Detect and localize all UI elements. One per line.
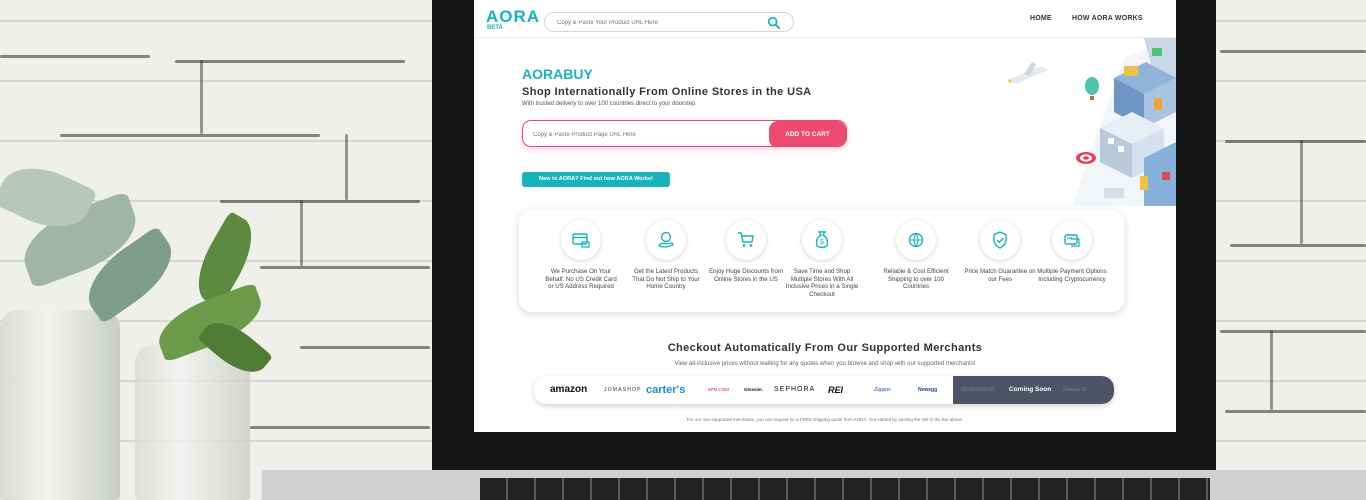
payment-card-icon [1052, 220, 1092, 260]
merchant-logo-zappos[interactable]: Zappos [874, 376, 891, 404]
hero-headline: Shop Internationally From Online Stores … [522, 86, 812, 98]
merchant-logo-sephora[interactable]: SEPHORA [774, 376, 815, 404]
glass-vase [135, 345, 250, 500]
top-navbar: AORA BETA HOME HOW AORA WORKS [474, 0, 1176, 38]
browser-screen: AORA BETA HOME HOW AORA WORKS AORABUY Sh… [474, 0, 1176, 432]
nav-link-home[interactable]: HOME [1030, 15, 1052, 22]
nav-link-how-aora-works[interactable]: HOW AORA WORKS [1072, 15, 1143, 22]
feature-item: Get the Latest Products That Do Not Ship… [629, 220, 703, 291]
credit-card-icon [561, 220, 601, 260]
search-icon[interactable] [767, 16, 781, 30]
airplane-icon [1008, 62, 1048, 84]
how-aora-works-button[interactable]: New to AORA? Find out how AORA Works! [522, 172, 670, 187]
merchant-logo-glossier[interactable]: Glossier. [744, 376, 763, 404]
merchant-logo-6pm[interactable]: 6PM.COM [708, 376, 729, 404]
target-icon [1076, 152, 1096, 164]
feature-text: Get the Latest Products That Do Not Ship… [632, 268, 700, 291]
coming-soon-overlay: NORDSTROM Forever 21 Coming Soon [953, 376, 1114, 404]
product-url-search-box[interactable]: ADD TO CART [522, 120, 847, 147]
isometric-city-illustration [1008, 38, 1176, 206]
globe-shipping-icon [896, 220, 936, 260]
hero-subheadline: With trusted delivery to over 100 countr… [522, 101, 696, 107]
features-panel: We Purchase On Your Behalf. No US Credit… [519, 210, 1124, 312]
beta-label: BETA [487, 25, 503, 31]
laptop-keyboard [480, 478, 1210, 500]
feature-item: Reliable & Cost Efficient Shipping to ov… [879, 220, 953, 291]
feature-text: Reliable & Cost Efficient Shipping to ov… [883, 268, 949, 291]
feature-item: Enjoy Huge Discounts from Online Stores … [709, 220, 783, 283]
merchant-logo-jomashop[interactable]: JOMASHOP [604, 376, 642, 404]
merchant-logo-newegg[interactable]: Newegg [918, 376, 937, 404]
merchants-footnote: For our non-supported merchants, you can… [686, 417, 964, 422]
feature-item: $ Save Time and Shop Multiple Stores Wit… [785, 220, 859, 299]
hot-air-balloon-icon [1085, 77, 1099, 100]
shopping-cart-icon [726, 220, 766, 260]
aora-logo[interactable]: AORA [486, 8, 540, 25]
merchants-subheading: View all-inclusive prices without waitin… [674, 361, 976, 367]
nav-search-input[interactable] [557, 16, 757, 29]
feature-text: Price Match Guarantee on our Fees [964, 268, 1036, 283]
merchant-logo-carters[interactable]: carter's [646, 376, 685, 404]
brand-title: AORABUY [522, 66, 593, 82]
add-to-cart-button[interactable]: ADD TO CART [769, 121, 846, 146]
merchants-heading: Checkout Automatically From Our Supporte… [667, 342, 983, 354]
svg-text:$: $ [820, 239, 824, 246]
hand-globe-icon [646, 220, 686, 260]
merchant-logo-nordstrom: NORDSTROM [961, 387, 994, 393]
feature-text: Multiple Payment Options Including Crypt… [1037, 268, 1107, 283]
plant-pot [0, 310, 120, 500]
feature-item: We Purchase On Your Behalf. No US Credit… [544, 220, 618, 291]
merchant-logo-rei[interactable]: REI [828, 376, 843, 404]
feature-text: Save Time and Shop Multiple Stores With … [785, 268, 859, 299]
feature-text: Enjoy Huge Discounts from Online Stores … [709, 268, 783, 283]
merchant-logo-forever21: Forever 21 [1063, 387, 1088, 393]
merchant-logo-bar: amazon JOMASHOP carter's 6PM.COM Glossie… [534, 376, 1114, 404]
coming-soon-label: Coming Soon [1009, 386, 1052, 393]
product-url-input[interactable] [533, 129, 763, 140]
money-bag-icon: $ [802, 220, 842, 260]
merchant-logo-amazon[interactable]: amazon [550, 376, 587, 404]
nav-search-box[interactable] [544, 12, 794, 32]
feature-text: We Purchase On Your Behalf. No US Credit… [545, 268, 617, 291]
feature-item: Multiple Payment Options Including Crypt… [1035, 220, 1109, 283]
shield-check-icon [980, 220, 1020, 260]
feature-item: Price Match Guarantee on our Fees [963, 220, 1037, 283]
